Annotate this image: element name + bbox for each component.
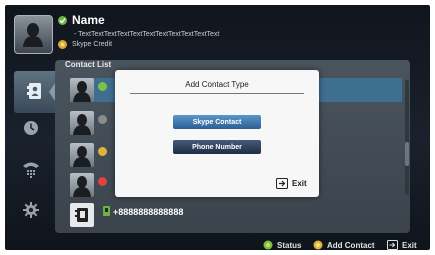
contact-row[interactable] <box>70 111 115 135</box>
status-hint[interactable]: Status <box>263 240 301 250</box>
online-status-icon <box>98 82 107 91</box>
sidebar-item-history[interactable] <box>20 117 42 139</box>
offline-status-icon <box>98 115 107 124</box>
phone-number-icon <box>103 206 110 216</box>
contact-row[interactable] <box>70 143 115 167</box>
yellow-button-icon <box>313 240 323 250</box>
phone-number-text: +8888888888888 <box>113 207 184 217</box>
online-status-icon <box>58 15 67 25</box>
person-silhouette-icon <box>73 114 91 135</box>
exit-label: Exit <box>402 240 417 250</box>
contacts-icon <box>27 83 41 99</box>
contact-list-title: Contact List <box>65 60 112 69</box>
dialog-exit-label: Exit <box>292 179 307 188</box>
sidebar-item-call-phones[interactable] <box>20 158 42 180</box>
contact-row[interactable] <box>70 173 115 197</box>
skype-credit-row: Skype Credit <box>58 40 112 49</box>
exit-hint[interactable]: Exit <box>387 240 417 250</box>
dialog-title: Add Contact Type <box>185 80 249 89</box>
credit-icon <box>58 40 67 49</box>
skype-contact-button[interactable]: Skype Contact <box>173 115 261 129</box>
contact-avatar <box>70 173 94 197</box>
person-silhouette-icon <box>73 176 91 197</box>
contact-avatar <box>70 78 94 102</box>
contact-avatar <box>70 143 94 167</box>
person-silhouette-icon <box>23 23 43 47</box>
away-status-icon <box>98 147 107 156</box>
contact-avatar <box>70 111 94 135</box>
phone-contact-avatar <box>70 203 94 227</box>
person-silhouette-icon <box>73 146 91 167</box>
busy-status-icon <box>98 177 107 186</box>
dialog-exit-button[interactable]: Exit <box>276 178 307 189</box>
sidebar-item-contacts[interactable] <box>24 80 46 102</box>
phone-dialpad-icon <box>23 162 39 178</box>
exit-icon <box>276 178 288 189</box>
scrollbar-track[interactable] <box>405 80 409 195</box>
mood-message: - TextTextTextTextTextTextTextTextTextTe… <box>74 31 220 38</box>
user-name: Name <box>72 13 105 27</box>
add-contact-type-dialog: Add Contact Type Skype Contact Phone Num… <box>115 70 319 197</box>
clock-icon <box>24 121 38 135</box>
scrollbar-thumb[interactable] <box>405 142 409 166</box>
user-name-row: Name <box>58 13 105 27</box>
add-contact-hint[interactable]: Add Contact <box>313 240 375 250</box>
gear-icon <box>23 202 39 218</box>
exit-icon <box>387 240 398 250</box>
green-button-icon <box>263 240 273 250</box>
add-contact-label: Add Contact <box>327 240 375 250</box>
sidebar-item-settings[interactable] <box>20 199 42 221</box>
phone-book-icon <box>75 208 88 222</box>
user-avatar <box>14 15 53 54</box>
phone-number-button[interactable]: Phone Number <box>173 140 261 154</box>
person-silhouette-icon <box>73 81 91 102</box>
skype-credit-label: Skype Credit <box>72 41 113 48</box>
status-label: Status <box>277 240 302 250</box>
dialog-divider <box>130 93 304 94</box>
